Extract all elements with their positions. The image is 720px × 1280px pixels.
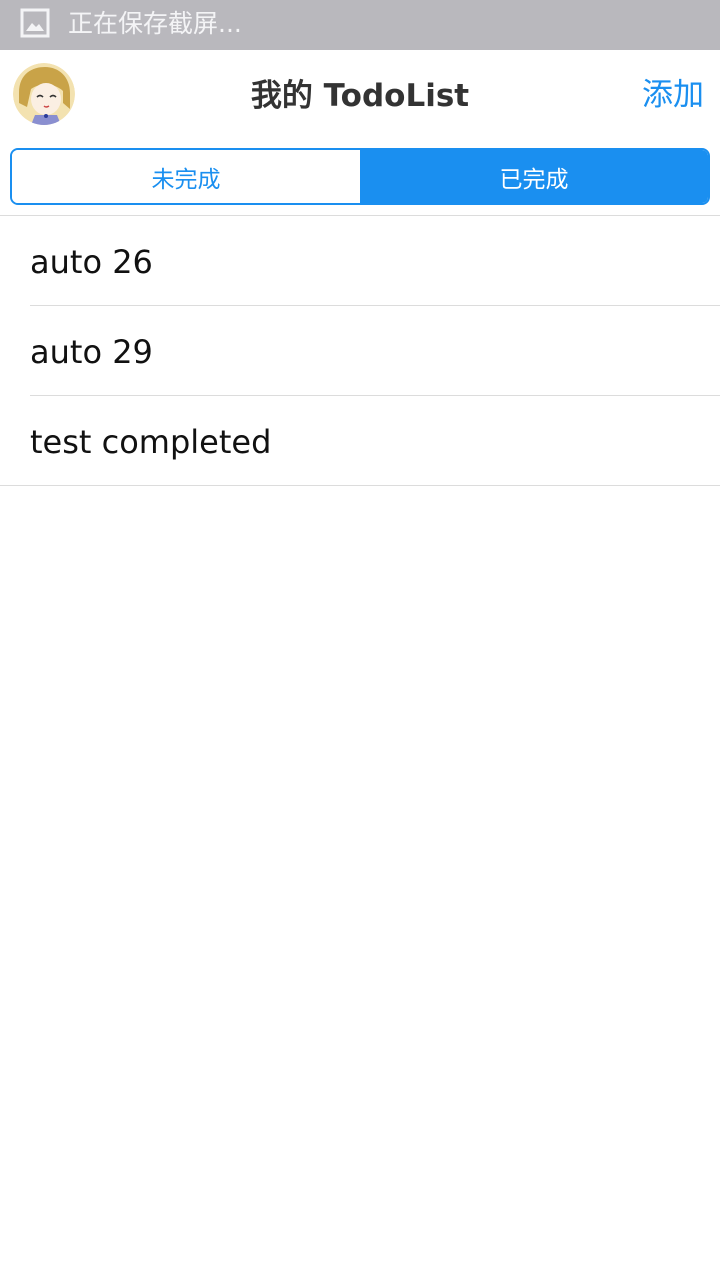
todo-label: test completed [30, 423, 272, 461]
list-item[interactable]: test completed [0, 395, 720, 485]
status-text: 正在保存截屏... [68, 9, 242, 38]
status-tabs: 未完成 已完成 [10, 148, 710, 205]
nav-bar: 我的 TodoList 添加 [0, 50, 720, 142]
image-icon [20, 8, 50, 38]
todo-label: auto 26 [30, 243, 153, 281]
add-button[interactable]: 添加 [642, 74, 704, 116]
list-item[interactable]: auto 26 [0, 216, 720, 305]
todo-label: auto 29 [30, 333, 153, 371]
page-title: 我的 TodoList [250, 78, 470, 114]
list-item[interactable]: auto 29 [0, 305, 720, 395]
tab-completed[interactable]: 已完成 [360, 150, 708, 203]
status-bar: 正在保存截屏... [0, 0, 720, 50]
todo-list: auto 26 auto 29 test completed [0, 215, 720, 486]
tab-incomplete[interactable]: 未完成 [12, 150, 360, 203]
